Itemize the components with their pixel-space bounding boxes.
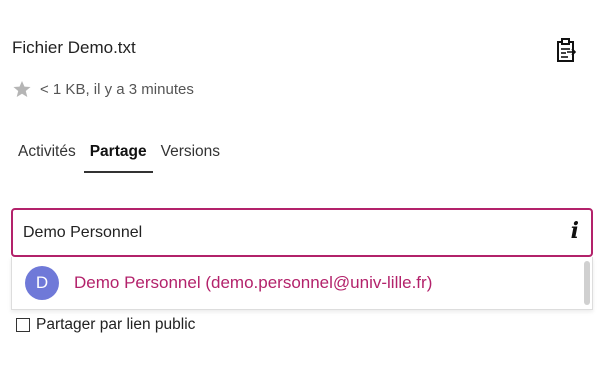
public-link-checkbox[interactable] — [16, 318, 30, 332]
share-search-field: i — [11, 208, 593, 257]
file-meta: < 1 KB, il y a 3 minutes — [12, 80, 194, 98]
info-icon[interactable]: i — [571, 218, 579, 244]
avatar: D — [25, 266, 59, 300]
tab-activites[interactable]: Activités — [18, 143, 76, 173]
suggestion-label: Demo Personnel (demo.personnel@univ-lill… — [74, 273, 433, 292]
public-link-label: Partager par lien public — [36, 316, 196, 333]
tab-versions[interactable]: Versions — [161, 143, 220, 173]
sidebar-tabs: Activités Partage Versions — [18, 143, 228, 173]
share-suggestions: D Demo Personnel (demo.personnel@univ-li… — [11, 257, 593, 310]
share-search-input[interactable] — [23, 221, 543, 245]
file-meta-text: < 1 KB, il y a 3 minutes — [40, 80, 194, 98]
star-icon[interactable] — [12, 80, 32, 98]
file-title: Fichier Demo.txt — [12, 38, 136, 57]
clipboard-details-icon[interactable] — [555, 38, 577, 64]
public-link-option: Partager par lien public — [16, 316, 195, 334]
suggestions-scrollbar[interactable] — [584, 261, 590, 305]
suggestion-item[interactable]: D Demo Personnel (demo.personnel@univ-li… — [12, 257, 592, 309]
tab-partage[interactable]: Partage — [83, 143, 153, 173]
